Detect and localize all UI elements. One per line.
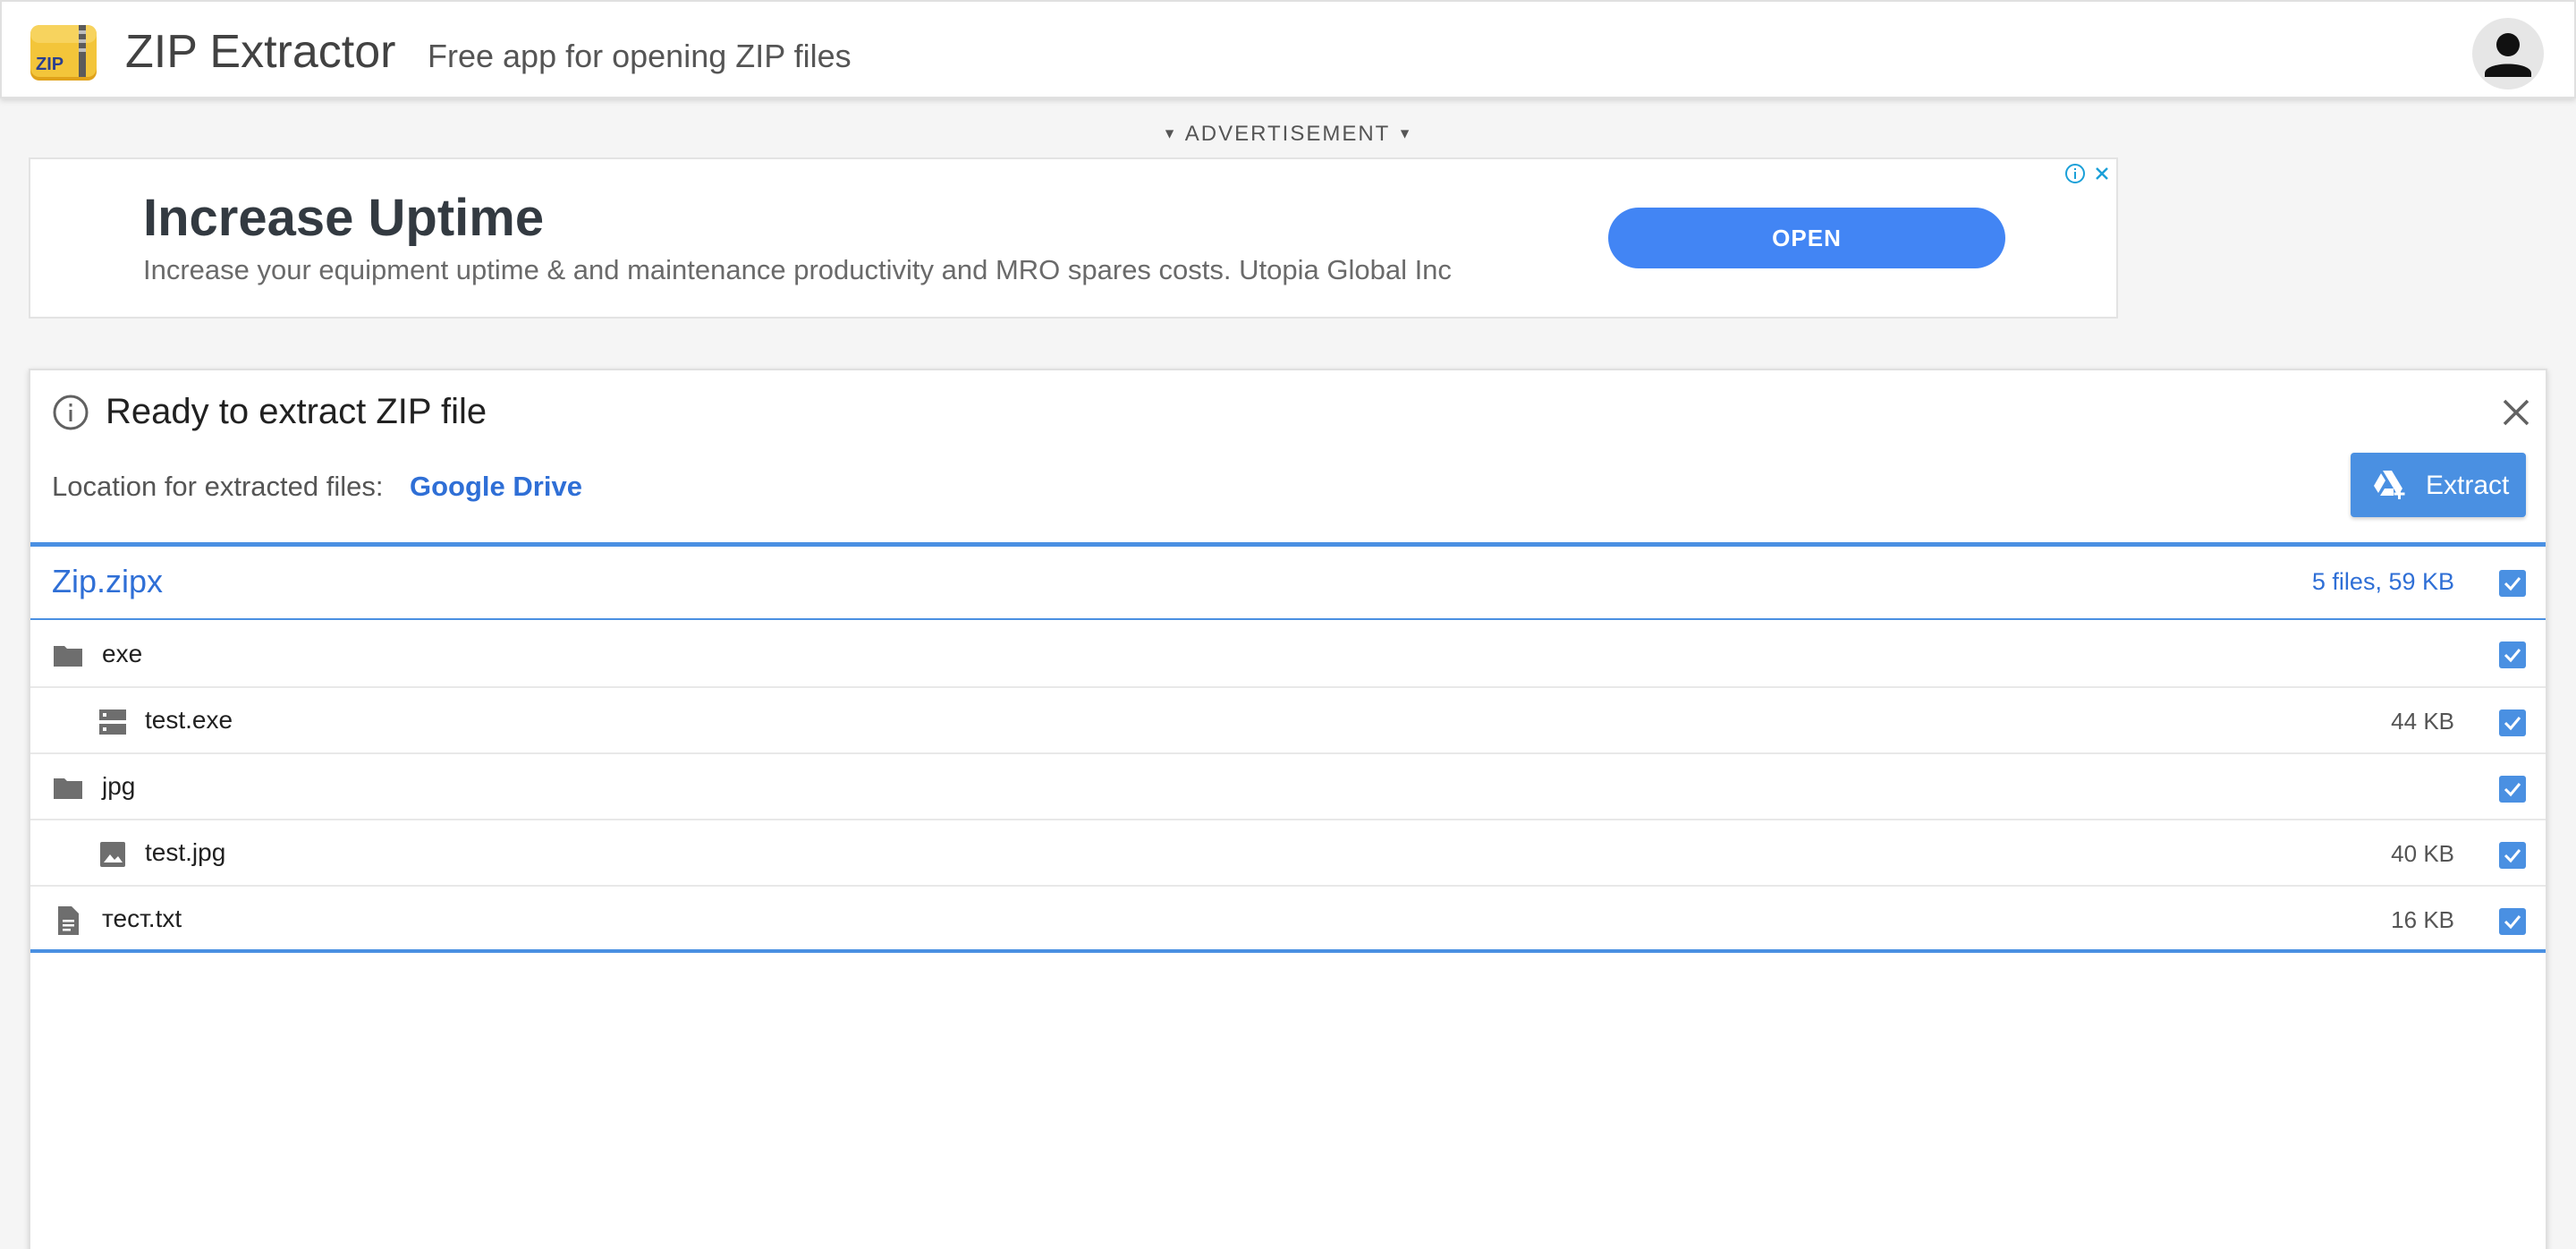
image-icon	[97, 838, 129, 871]
archive-checkbox[interactable]	[2499, 570, 2526, 597]
item-size: 40 KB	[2391, 840, 2454, 867]
list-item[interactable]: jpg	[30, 754, 2546, 820]
ad-description: Increase your equipment uptime & and mai…	[143, 254, 1452, 285]
app-header: ZIP ZIP Extractor Free app for opening Z…	[0, 0, 2576, 98]
info-icon	[52, 394, 89, 431]
item-checkbox[interactable]	[2499, 776, 2526, 803]
list-item[interactable]: test.exe 44 KB	[30, 688, 2546, 754]
text-file-icon	[52, 905, 84, 937]
list-item[interactable]: test.jpg 40 KB	[30, 820, 2546, 887]
ad-title[interactable]: Increase Uptime	[143, 188, 544, 248]
close-icon[interactable]	[2499, 395, 2533, 429]
app-title: ZIP Extractor	[125, 26, 396, 78]
user-avatar-icon[interactable]	[2472, 18, 2544, 89]
zip-logo-icon: ZIP	[29, 23, 98, 82]
list-item[interactable]: exe	[30, 622, 2546, 688]
list-item[interactable]: тест.txt 16 KB	[30, 887, 2546, 953]
location-label: Location for extracted files:	[52, 471, 384, 502]
item-size: 16 KB	[2391, 906, 2454, 933]
item-size: 44 KB	[2391, 708, 2454, 735]
item-name: test.exe	[145, 706, 233, 734]
extract-button-label: Extract	[2426, 471, 2510, 500]
caret-down-icon: ▼	[1397, 126, 1414, 142]
item-checkbox[interactable]	[2499, 842, 2526, 869]
google-drive-add-icon	[2372, 469, 2406, 501]
extract-button[interactable]: Extract	[2351, 453, 2526, 517]
location-link[interactable]: Google Drive	[410, 471, 582, 503]
item-name: test.jpg	[145, 838, 226, 866]
caret-down-icon: ▼	[1162, 126, 1179, 142]
advertisement-label: ▼ ADVERTISEMENT ▼	[0, 122, 2576, 147]
app-subtitle: Free app for opening ZIP files	[428, 38, 852, 74]
archive-name[interactable]: Zip.zipx	[52, 563, 163, 600]
executable-icon	[97, 706, 129, 738]
ad-close-icon[interactable]	[2089, 161, 2114, 186]
item-checkbox[interactable]	[2499, 641, 2526, 668]
item-name: тест.txt	[102, 905, 182, 932]
svg-text:ZIP: ZIP	[36, 55, 64, 74]
advertisement-label-text: ADVERTISEMENT	[1184, 122, 1390, 146]
item-name: jpg	[102, 772, 136, 800]
item-checkbox[interactable]	[2499, 908, 2526, 935]
archive-summary: 5 files, 59 KB	[2311, 568, 2454, 595]
ad-banner[interactable]: Increase Uptime Increase your equipment …	[29, 157, 2118, 319]
item-checkbox[interactable]	[2499, 709, 2526, 736]
item-name: exe	[102, 640, 143, 667]
folder-icon	[52, 640, 84, 672]
ad-info-icon[interactable]	[2063, 161, 2088, 186]
folder-icon	[52, 772, 84, 804]
extract-panel: Ready to extract ZIP file Location for e…	[29, 369, 2547, 1249]
panel-title: Ready to extract ZIP file	[106, 392, 487, 431]
ad-open-button[interactable]: OPEN	[1608, 208, 2005, 268]
archive-row: Zip.zipx 5 files, 59 KB	[30, 547, 2546, 620]
